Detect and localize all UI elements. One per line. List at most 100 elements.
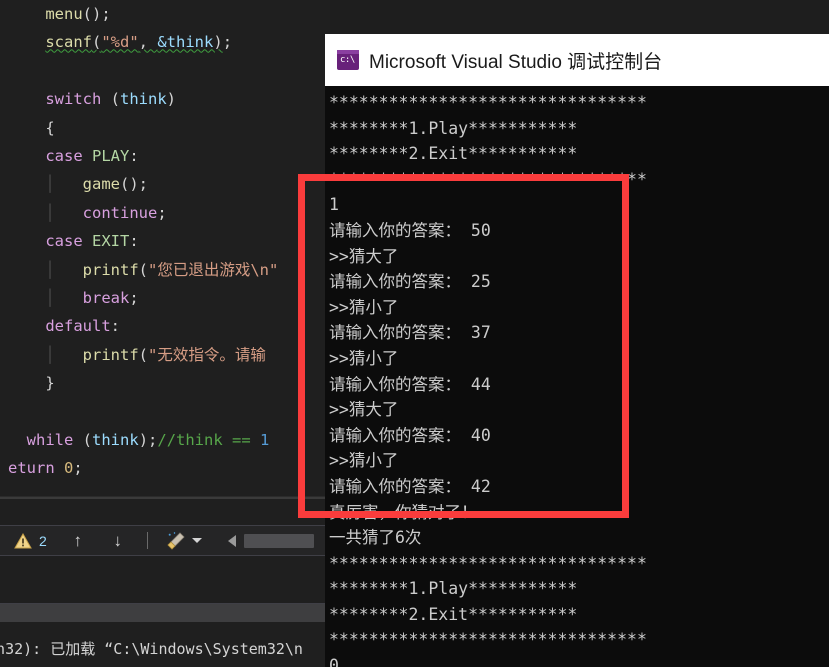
cmd-console-icon: c:\ — [337, 50, 359, 70]
code-line: switch (think) — [0, 85, 330, 113]
warning-triangle-icon — [14, 532, 32, 548]
console-line: 请输入你的答案： 25 — [329, 272, 491, 292]
console-line: >>猜小了 — [329, 297, 399, 317]
output-log-line: Win32): 已加载 “C:\Windows\System32\n — [0, 640, 303, 658]
code-line: { — [0, 114, 330, 142]
code-token: 1 — [260, 430, 270, 449]
code-token: break — [82, 288, 130, 307]
chevron-down-icon[interactable] — [191, 538, 202, 543]
code-token: ; — [73, 459, 83, 478]
console-line: ********2.Exit*********** — [329, 144, 578, 164]
console-line: 一共猜了6次 — [329, 528, 422, 548]
code-token: think — [120, 90, 167, 109]
code-token: default — [45, 317, 111, 336]
error-list-scrollbar-thumb[interactable] — [243, 533, 314, 548]
code-token: ( — [92, 33, 102, 52]
screenshot-root: menu(); scanf("%d", &think); switch (thi… — [0, 0, 829, 667]
code-token: eturn — [8, 459, 55, 478]
console-line: ******************************** — [329, 169, 647, 189]
code-line: │ continue; — [0, 199, 330, 227]
code-token: ) — [166, 90, 177, 109]
error-list-toolbar: 2 ↑ ↓ — [0, 525, 330, 556]
code-token: printf — [82, 345, 139, 364]
console-line: >>猜大了 — [329, 400, 399, 420]
code-token: while — [26, 430, 74, 449]
console-line: >>猜大了 — [329, 246, 399, 266]
code-token: } — [8, 374, 55, 393]
code-token: , — [138, 33, 158, 52]
code-token: ( — [101, 90, 120, 109]
code-line: │ printf("无效指令。请输 — [0, 341, 330, 369]
warning-filter-button[interactable]: 2 — [14, 532, 47, 549]
error-list-body — [0, 557, 330, 604]
code-token: ( — [138, 260, 149, 279]
code-token: "%d" — [101, 33, 139, 52]
code-token: case — [45, 232, 83, 251]
code-editor[interactable]: menu(); scanf("%d", &think); switch (thi… — [0, 0, 330, 496]
code-token: │ — [45, 345, 55, 364]
console-output[interactable]: ******************************** ********… — [325, 86, 829, 667]
visual-studio-ide-pane: menu(); scanf("%d", &think); switch (thi… — [0, 0, 330, 667]
code-line: │ break; — [0, 284, 330, 312]
code-token: "您已退出游戏\n" — [148, 260, 279, 279]
code-token: : — [110, 317, 120, 336]
previous-error-button[interactable]: ↑ — [69, 532, 87, 549]
output-window-body[interactable]: Win32): 已加载 “C:\Windows\System32\n — [0, 622, 330, 667]
code-token: scanf — [45, 33, 92, 52]
editor-horizontal-scrollbar[interactable] — [0, 496, 330, 499]
code-token: (); — [120, 175, 148, 194]
console-line: >>猜小了 — [329, 451, 399, 471]
code-token: ; — [129, 288, 139, 307]
code-token: "无效指令。请输 — [148, 345, 266, 364]
code-token: ; — [222, 33, 233, 52]
console-line: ******************************** — [329, 553, 647, 573]
console-line: ********2.Exit*********** — [329, 604, 578, 624]
code-token: ; — [157, 203, 167, 222]
console-line: ********1.Play*********** — [329, 118, 578, 138]
console-line: ******************************** — [329, 93, 647, 112]
code-token: : — [129, 232, 139, 251]
code-token: &think — [157, 33, 214, 52]
code-token: think — [92, 430, 139, 449]
toolbar-divider — [146, 532, 148, 549]
code-line: case PLAY: — [0, 142, 330, 170]
code-token: ) — [213, 33, 223, 52]
code-line: while (think);//think == 1 — [0, 426, 330, 454]
triangle-left-icon[interactable] — [227, 534, 236, 547]
code-line: case EXIT: — [0, 227, 330, 255]
debug-console-window[interactable]: c:\ Microsoft Visual Studio 调试控制台 ******… — [325, 34, 829, 667]
code-token: │ — [45, 260, 55, 279]
code-token: menu — [45, 5, 83, 23]
cmd-icon-text: c:\ — [340, 55, 355, 65]
code-token: │ — [45, 175, 55, 194]
next-error-button[interactable]: ↓ — [109, 532, 127, 549]
code-token: printf — [82, 260, 139, 279]
console-line: 真厉害，你猜对了！ — [329, 502, 478, 522]
code-line: │ printf("您已退出游戏\n" — [0, 256, 330, 284]
code-token: │ — [45, 203, 55, 222]
broom-icon[interactable] — [166, 531, 186, 550]
console-line: 请输入你的答案： 42 — [329, 476, 491, 496]
console-title-bar[interactable]: c:\ Microsoft Visual Studio 调试控制台 — [325, 34, 829, 86]
console-line: ******************************** — [329, 630, 647, 650]
code-token: game — [82, 175, 120, 194]
code-token: EXIT — [92, 232, 130, 251]
code-token: ); — [138, 430, 158, 449]
console-line: 0 — [329, 656, 339, 667]
